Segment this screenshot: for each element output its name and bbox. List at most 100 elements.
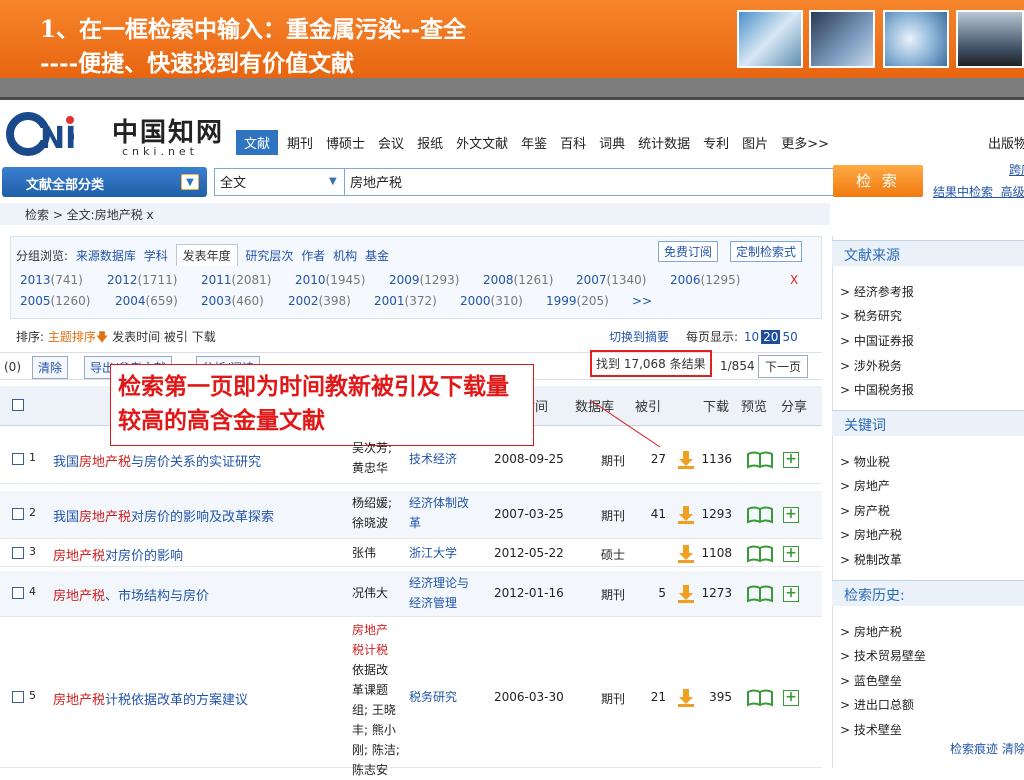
nav-tab-patents[interactable]: 专利	[699, 130, 733, 155]
nav-tab-dictionary[interactable]: 词典	[595, 130, 629, 155]
sidebar-history-item[interactable]: > 蓝色壁垒	[840, 672, 902, 689]
result-download-count[interactable]: 1293	[692, 507, 732, 521]
year-filter-item[interactable]: 2002(398)	[288, 294, 351, 308]
group-subject[interactable]: 学科	[144, 247, 168, 264]
year-filter-item[interactable]: 2008(1261)	[483, 273, 553, 287]
year-filter-item[interactable]: 2003(460)	[201, 294, 264, 308]
switch-abstract-link[interactable]: 切换到摘要	[609, 328, 669, 345]
sort-by-time[interactable]: 发表时间	[112, 330, 160, 344]
result-source[interactable]: 经济体制改革	[409, 493, 485, 533]
year-filter-item[interactable]: 2005(1260)	[20, 294, 90, 308]
result-source[interactable]: 税务研究	[409, 687, 485, 707]
sidebar-keyword-item[interactable]: > 房地产税	[840, 526, 902, 543]
preview-book-icon[interactable]	[746, 545, 774, 563]
search-button[interactable]: 检 索	[833, 165, 923, 197]
year-filter-item[interactable]: 2009(1293)	[389, 273, 459, 287]
search-input[interactable]	[345, 168, 835, 196]
close-icon[interactable]: X	[790, 273, 798, 287]
sidebar-keyword-item[interactable]: > 物业税	[840, 453, 890, 470]
nav-tab-wenxian[interactable]: 文献	[236, 130, 279, 155]
result-cite-count[interactable]: 5	[638, 586, 666, 600]
search-trace-link[interactable]: 检索痕迹 清除	[950, 740, 1024, 757]
col-header-cite[interactable]: 被引	[635, 396, 661, 415]
advanced-search-link[interactable]: 高级	[1001, 185, 1024, 199]
result-download-count[interactable]: 1136	[692, 452, 732, 466]
nav-tab-theses[interactable]: 博硕士	[322, 130, 369, 155]
per-page-10[interactable]: 10	[742, 330, 761, 344]
preview-book-icon[interactable]	[746, 506, 774, 524]
year-more-link[interactable]: >>	[632, 294, 652, 308]
year-filter-item[interactable]: 2004(659)	[115, 294, 178, 308]
sidebar-history-item[interactable]: > 房地产税	[840, 623, 902, 640]
year-filter-item[interactable]: 2001(372)	[374, 294, 437, 308]
nav-tab-yearbooks[interactable]: 年鉴	[517, 130, 551, 155]
nav-tab-newspapers[interactable]: 报纸	[413, 130, 447, 155]
share-plus-icon[interactable]: +	[783, 586, 799, 602]
group-fund[interactable]: 基金	[365, 247, 389, 264]
result-cite-count[interactable]: 41	[638, 507, 666, 521]
cross-db-link[interactable]: 跨库	[1009, 161, 1024, 178]
sidebar-source-item[interactable]: > 中国证券报	[840, 332, 914, 349]
group-year[interactable]: 发表年度	[175, 244, 238, 266]
col-header-download[interactable]: 下载	[703, 396, 729, 415]
group-level[interactable]: 研究层次	[245, 247, 293, 264]
year-filter-item[interactable]: 2010(1945)	[295, 273, 365, 287]
nav-tab-images[interactable]: 图片	[738, 130, 772, 155]
result-source[interactable]: 浙江大学	[409, 543, 485, 563]
free-subscribe-button[interactable]: 免费订阅	[658, 241, 719, 262]
result-authors[interactable]: 吴次芳; 黄忠华	[352, 438, 406, 478]
share-plus-icon[interactable]: +	[783, 546, 799, 562]
result-authors[interactable]: 况伟大	[352, 583, 406, 603]
row-checkbox[interactable]	[12, 453, 24, 465]
result-authors[interactable]: 杨绍媛; 徐晓波	[352, 493, 406, 533]
year-filter-item[interactable]: 2012(1711)	[107, 273, 177, 287]
nav-tab-journals[interactable]: 期刊	[283, 130, 317, 155]
sidebar-keyword-item[interactable]: > 房产税	[840, 502, 890, 519]
result-cite-count[interactable]: 21	[638, 690, 666, 704]
sidebar-history-item[interactable]: > 技术壁垒	[840, 721, 902, 738]
nav-tab-more[interactable]: 更多>>	[777, 130, 833, 155]
sort-by-cite[interactable]: 被引	[164, 330, 188, 344]
field-chevron-icon[interactable]: ▼	[329, 176, 337, 187]
share-plus-icon[interactable]: +	[783, 507, 799, 523]
nav-tab-conferences[interactable]: 会议	[374, 130, 408, 155]
per-page-20[interactable]: 20	[761, 330, 781, 344]
result-download-count[interactable]: 395	[692, 690, 732, 704]
sidebar-history-header[interactable]: 检索历史:	[832, 580, 1024, 606]
chevron-down-icon[interactable]: ▼	[181, 174, 199, 190]
result-download-count[interactable]: 1108	[692, 546, 732, 560]
result-title[interactable]: 房地产税、市场结构与房价	[53, 585, 209, 604]
sort-by-topic[interactable]: 主题排序🡇	[48, 330, 108, 344]
sidebar-source-item[interactable]: > 中国税务报	[840, 381, 914, 398]
sidebar-keyword-item[interactable]: > 房地产	[840, 477, 890, 494]
year-filter-item[interactable]: 2013(741)	[20, 273, 83, 287]
row-checkbox[interactable]	[12, 587, 24, 599]
result-authors[interactable]: 张伟	[352, 543, 406, 563]
sidebar-keyword-item[interactable]: > 税制改革	[840, 551, 902, 568]
next-page-button[interactable]: 下一页	[758, 355, 809, 378]
nav-tab-statistics[interactable]: 统计数据	[634, 130, 694, 155]
year-filter-item[interactable]: 2011(2081)	[201, 273, 271, 287]
share-plus-icon[interactable]: +	[783, 452, 799, 468]
preview-book-icon[interactable]	[746, 451, 774, 469]
group-source-db[interactable]: 来源数据库	[76, 247, 136, 264]
sort-by-download[interactable]: 下载	[192, 330, 216, 344]
year-filter-item[interactable]: 2006(1295)	[670, 273, 740, 287]
result-cite-count[interactable]: 27	[638, 452, 666, 466]
result-source[interactable]: 经济理论与 经济管理	[409, 573, 485, 613]
breadcrumb[interactable]: 检索 > 全文:房地产税 x	[25, 206, 154, 223]
nav-tab-encyclopedia[interactable]: 百科	[556, 130, 590, 155]
sidebar-history-item[interactable]: > 进出口总额	[840, 696, 914, 713]
share-plus-icon[interactable]: +	[783, 690, 799, 706]
result-title[interactable]: 房地产税计税依据改革的方案建议	[53, 689, 248, 708]
result-title[interactable]: 我国房地产税与房价关系的实证研究	[53, 451, 261, 470]
search-in-results-link[interactable]: 结果中检索 高级	[933, 183, 1024, 200]
sidebar-keyword-header[interactable]: 关键词	[832, 410, 1024, 436]
sidebar-source-item[interactable]: > 涉外税务	[840, 357, 902, 374]
row-checkbox[interactable]	[12, 547, 24, 559]
result-title[interactable]: 房地产税对房价的影响	[53, 545, 183, 564]
select-all-checkbox[interactable]	[12, 399, 24, 411]
result-title[interactable]: 我国房地产税对房价的影响及改革探索	[53, 506, 274, 525]
per-page-50[interactable]: 50	[780, 330, 799, 344]
sidebar-source-item[interactable]: > 税务研究	[840, 307, 902, 324]
